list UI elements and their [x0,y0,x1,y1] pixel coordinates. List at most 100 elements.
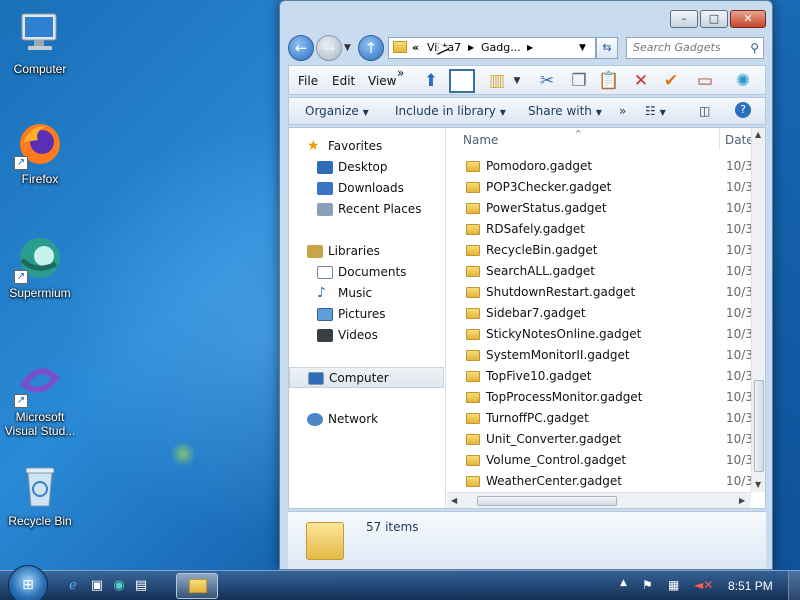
file-row[interactable]: SystemMonitorII.gadget 10/30 [447,345,761,366]
computer-taskbar-icon[interactable]: ▤ [132,577,150,595]
desktop-icon-computer[interactable]: Computer [0,10,80,76]
show-desktop-button[interactable] [788,571,800,600]
cut-icon[interactable]: ✂ [535,69,559,93]
file-row[interactable]: TopProcessMonitor.gadget 10/30 [447,387,761,408]
up-folder-icon[interactable]: ⬆ [419,69,443,93]
horizontal-scrollbar[interactable]: ◀ ▶ [447,492,751,508]
horizontal-scroll-thumb[interactable] [477,496,617,506]
file-row[interactable]: RecycleBin.gadget 10/30 [447,240,761,261]
nav-music[interactable]: ♪ Music [289,283,446,304]
nav-computer[interactable]: Computer [289,367,444,388]
preview-pane-toggle-icon[interactable]: ◫ [699,104,710,118]
menu-file[interactable]: File [298,74,318,88]
desktop-icon-visual-studio[interactable]: ↗ Microsoft Visual Stud... [0,358,80,438]
file-row[interactable]: ShutdownRestart.gadget 10/30 [447,282,761,303]
desktop-icon-firefox[interactable]: ↗ Firefox [0,120,80,186]
properties-icon[interactable]: ▭ [693,69,717,93]
action-center-flag-icon[interactable]: ⚑ [642,578,653,592]
recent-pages-dropdown[interactable]: ▼ [344,43,351,53]
commands-overflow[interactable]: » [619,104,626,118]
file-row[interactable]: POP3Checker.gadget 10/30 [447,177,761,198]
folder-icon [466,476,480,487]
up-button[interactable]: ↑ [358,35,384,61]
nav-documents[interactable]: Documents [289,262,446,283]
scroll-left-icon[interactable]: ◀ [451,496,457,505]
scroll-down-icon[interactable]: ▼ [755,480,761,489]
nav-desktop[interactable]: Desktop [289,157,446,178]
copy-icon[interactable]: ❐ [567,69,591,93]
nav-downloads[interactable]: Downloads [289,178,446,199]
share-with-button[interactable]: Share with ▼ [528,104,602,118]
preview-pane-icon[interactable] [449,69,475,93]
back-button[interactable]: ← [288,35,314,61]
organize-label: Organize [305,104,359,118]
nav-recent-places[interactable]: Recent Places [289,199,446,220]
file-row[interactable]: PowerStatus.gadget 10/30 [447,198,761,219]
column-separator[interactable] [719,128,720,150]
file-row[interactable]: WeatherCenter.gadget 10/30 [447,471,761,492]
view-options-icon[interactable]: ☷ ▼ [645,104,666,118]
breadcrumb-separator-icon[interactable]: ▶ [468,38,474,58]
file-row[interactable]: StickyNotesOnline.gadget 10/30 [447,324,761,345]
search-input[interactable]: Search Gadgets ⚲ [626,37,764,59]
desktop-icon-recycle-bin[interactable]: Recycle Bin [0,462,80,528]
file-row[interactable]: Volume_Control.gadget 10/30 [447,450,761,471]
supermium-taskbar-icon[interactable]: ◉ [110,577,128,595]
close-button[interactable]: ✕ [730,10,766,28]
refresh-button[interactable]: ⇆ [596,37,618,59]
menu-view[interactable]: View [368,74,396,88]
file-row[interactable]: Pomodoro.gadget 10/30 [447,156,761,177]
menu-edit[interactable]: Edit [332,74,355,88]
scroll-up-icon[interactable]: ▲ [755,130,761,139]
breadcrumb-separator-icon[interactable]: ▶ [527,38,533,58]
libraries-icon [307,245,323,258]
file-row[interactable]: Sidebar7.gadget 10/30 [447,303,761,324]
address-bar[interactable]: « Vista7 ▶ Gadg... ▶ ▼ [388,37,596,59]
desktop-icon-supermium[interactable]: ↗ Supermium [0,234,80,300]
nav-favorites[interactable]: ★ Favorites [289,136,446,157]
internet-explorer-icon[interactable]: ℯ [64,577,82,595]
paste-icon[interactable]: 📋 [597,69,621,93]
file-row[interactable]: Unit_Converter.gadget 10/30 [447,429,761,450]
vertical-scroll-thumb[interactable] [754,380,764,472]
nav-pictures[interactable]: Pictures [289,304,446,325]
organize-button[interactable]: Organize ▼ [305,104,369,118]
nav-network[interactable]: Network [289,409,446,430]
file-row[interactable]: TurnoffPC.gadget 10/30 [447,408,761,429]
scroll-right-icon[interactable]: ▶ [739,496,745,505]
clock[interactable]: 8:51 PM [728,579,773,593]
views-dropdown-icon[interactable]: ▼ [505,69,529,93]
volume-muted-icon[interactable]: ◄✕ [694,578,713,592]
breadcrumb-overflow[interactable]: « [412,38,419,58]
nav-videos[interactable]: Videos [289,325,446,346]
help-icon[interactable]: ? [735,102,751,118]
column-header-name[interactable]: Name [463,128,498,150]
remote-desktop-icon[interactable]: ▣ [88,577,106,595]
maximize-button[interactable]: □ [700,10,728,28]
file-name: TopProcessMonitor.gadget [486,390,643,404]
column-header-date[interactable]: Date [725,128,754,150]
explorer-taskbar-button[interactable] [176,573,218,599]
menu-overflow[interactable]: » [397,66,404,80]
downloads-icon [317,182,333,195]
start-button[interactable]: ⊞ [8,565,48,600]
file-row[interactable]: SearchALL.gadget 10/30 [447,261,761,282]
title-bar[interactable]: – □ ✕ [280,1,772,31]
address-dropdown-icon[interactable]: ▼ [579,38,586,58]
forward-button[interactable]: → [316,35,342,61]
include-in-library-button[interactable]: Include in library ▼ [395,104,506,118]
nav-libraries[interactable]: Libraries [289,241,446,262]
show-hidden-icons[interactable]: ▲ [620,578,627,588]
shell-icon[interactable]: ✺ [731,69,755,93]
nav-label: Computer [329,371,389,385]
checkmark-icon[interactable]: ✔ [659,69,683,93]
minimize-button[interactable]: – [670,10,698,28]
delete-icon[interactable]: ✕ [629,69,653,93]
vertical-scrollbar[interactable]: ▲ ▼ [751,128,765,492]
search-icon[interactable]: ⚲ [750,38,759,58]
breadcrumb-gadgets[interactable]: Gadg... [481,38,521,58]
search-placeholder: Search Gadgets [633,41,721,54]
network-tray-icon[interactable]: ▦ [668,578,679,592]
file-row[interactable]: RDSafely.gadget 10/30 [447,219,761,240]
file-row[interactable]: TopFive10.gadget 10/30 [447,366,761,387]
